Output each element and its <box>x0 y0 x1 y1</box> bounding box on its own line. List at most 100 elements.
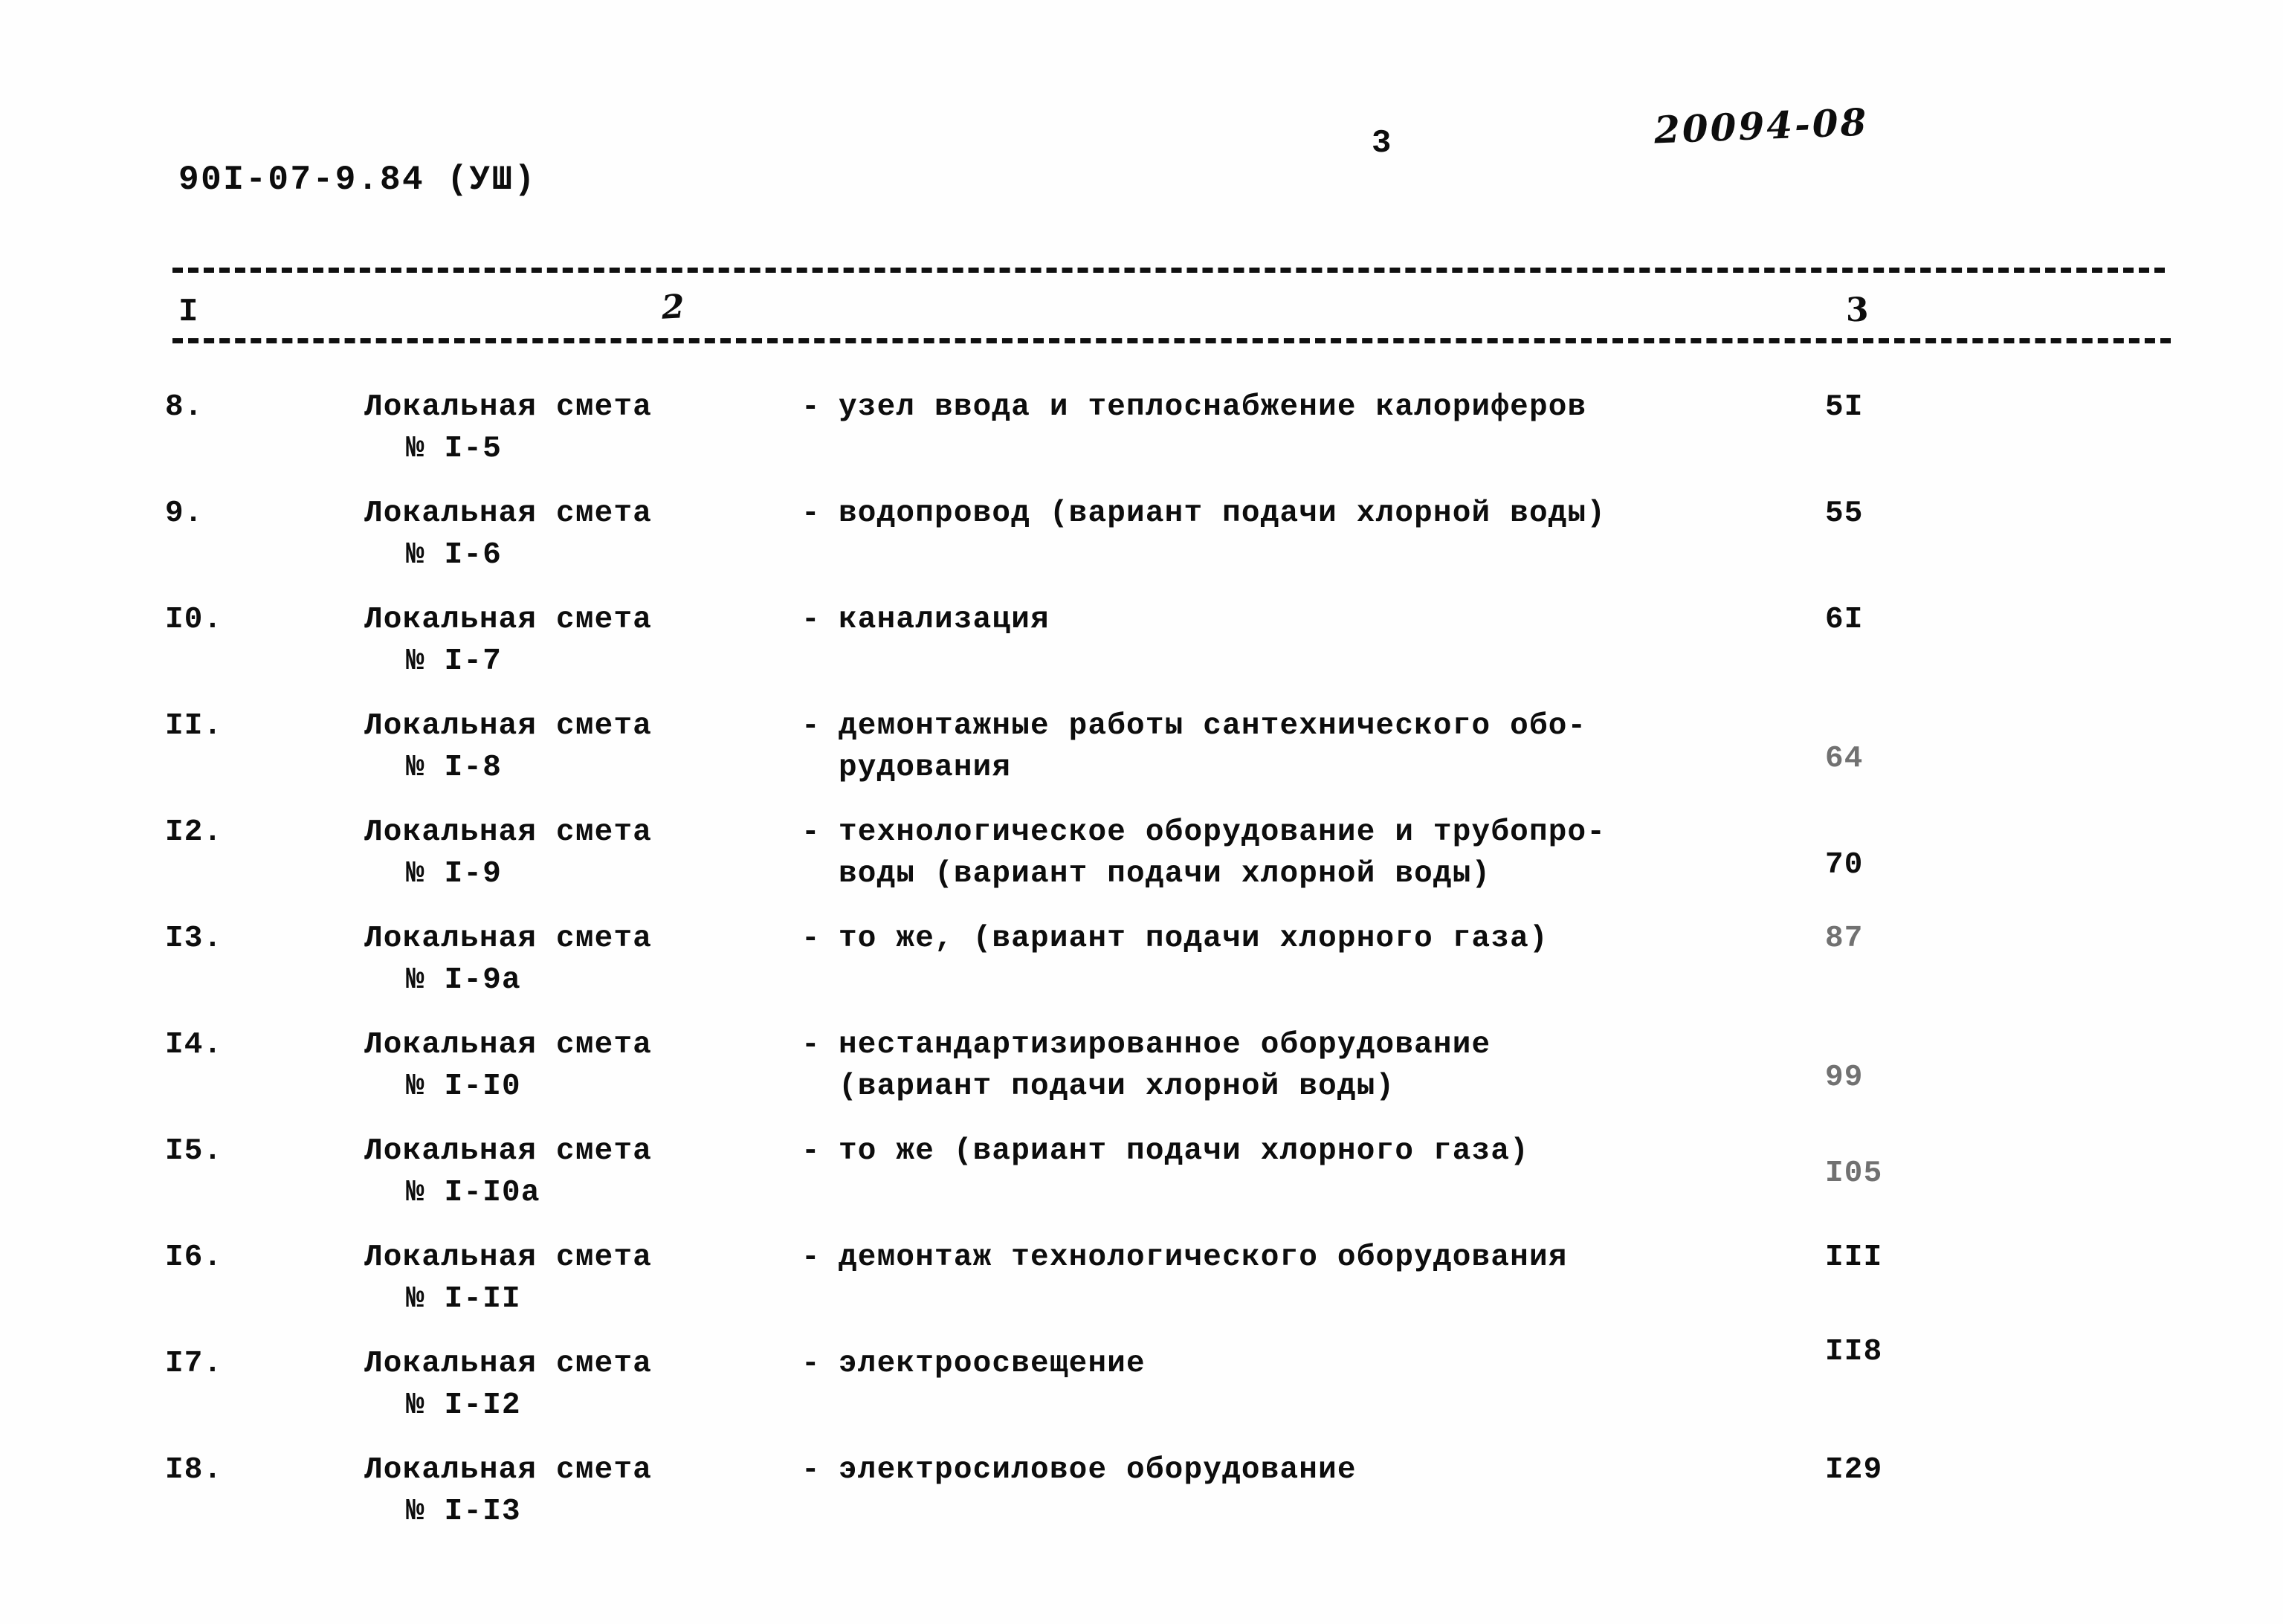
page-number: 3 <box>1372 125 1392 162</box>
estimate-number: № I-II <box>406 1282 521 1316</box>
estimate-number: № I-8 <box>406 751 503 785</box>
page-reference: I05 <box>1825 1156 1883 1191</box>
table-row: I5. Локальная смета № I-I0а - то же (вариант… <box>0 1130 2283 1237</box>
estimate-number: № I-6 <box>406 538 503 572</box>
dash-separator: - <box>801 709 821 743</box>
estimate-kind-label: Локальная смета <box>364 1028 653 1062</box>
estimate-kind: Локальная смета № I-II <box>364 1237 781 1320</box>
page-reference: 64 <box>1825 742 1864 776</box>
row-index: I2. <box>165 815 223 850</box>
estimate-number: № I-I2 <box>406 1388 521 1423</box>
estimate-description: канализация <box>839 599 1805 641</box>
dash-separator: - <box>801 1134 821 1168</box>
column-header-3: 3 <box>1846 291 1869 329</box>
dash-separator: - <box>801 1453 821 1487</box>
estimate-description: демонтаж технологического оборудования <box>839 1237 1805 1278</box>
row-index: I7. <box>165 1347 223 1381</box>
description-line-1: то же (вариант подачи хлорного газа) <box>839 1134 1529 1168</box>
dash-separator: - <box>801 815 821 850</box>
estimate-kind: Локальная смета № I-I0 <box>364 1024 781 1107</box>
estimate-kind-label: Локальная смета <box>364 815 653 850</box>
page-reference: 70 <box>1825 848 1864 882</box>
estimate-number: № I-7 <box>406 644 503 679</box>
estimate-kind: Локальная смета № I-8 <box>364 705 781 789</box>
description-line-1: технологическое оборудование и трубопро- <box>839 815 1607 850</box>
table-rule-bottom <box>172 338 2171 343</box>
description-line-1: нестандартизированное оборудование <box>839 1028 1491 1062</box>
column-header-1: I <box>178 294 198 331</box>
row-index: 9. <box>165 496 204 531</box>
estimate-kind: Локальная смета № I-5 <box>364 386 781 470</box>
description-line-2: рудования <box>839 751 1012 785</box>
estimate-kind: Локальная смета № I-I0а <box>364 1130 781 1214</box>
description-line-1: водопровод (вариант подачи хлорной воды) <box>839 496 1607 531</box>
dash-separator: - <box>801 1347 821 1381</box>
row-index: I5. <box>165 1134 223 1168</box>
table-row: 9. Локальная смета № I-6 - водопровод (вариа… <box>0 493 2283 599</box>
row-index: I6. <box>165 1240 223 1275</box>
table-row: I2. Локальная смета № I-9 - технологическое … <box>0 812 2283 918</box>
table-row: 8. Локальная смета № I-5 - узел ввода и тепл… <box>0 386 2283 493</box>
estimate-kind: Локальная смета № I-I3 <box>364 1449 781 1533</box>
table-row: I4. Локальная смета № I-I0 - нестандартизиро… <box>0 1024 2283 1130</box>
document-code: 90I-07-9.84 (УШ) <box>178 161 537 199</box>
estimate-description: электроосвещение <box>839 1343 1805 1385</box>
estimate-kind-label: Локальная смета <box>364 496 653 531</box>
description-line-2: (вариант подачи хлорной воды) <box>839 1070 1395 1104</box>
table-row: II. Локальная смета № I-8 - демонтажные рабо… <box>0 705 2283 812</box>
estimate-description: узел ввода и теплоснабжение калориферов <box>839 386 1805 428</box>
row-index: II. <box>165 709 223 743</box>
estimate-kind: Локальная смета № I-I2 <box>364 1343 781 1426</box>
row-index: I0. <box>165 603 223 637</box>
estimate-description: то же (вариант подачи хлорного газа) <box>839 1130 1805 1172</box>
row-index: I4. <box>165 1028 223 1062</box>
estimate-kind-label: Локальная смета <box>364 1347 653 1381</box>
estimate-kind: Локальная смета № I-9 <box>364 812 781 895</box>
estimate-kind-label: Локальная смета <box>364 1453 653 1487</box>
row-index: I3. <box>165 922 223 956</box>
estimate-kind-label: Локальная смета <box>364 709 653 743</box>
estimate-number: № I-I0 <box>406 1070 521 1104</box>
page-reference: 6I <box>1825 603 1864 637</box>
dash-separator: - <box>801 922 821 956</box>
description-line-2: воды (вариант подачи хлорной воды) <box>839 857 1491 891</box>
estimate-description: то же, (вариант подачи хлорного газа) <box>839 918 1805 960</box>
estimate-kind-label: Локальная смета <box>364 1240 653 1275</box>
estimate-kind-label: Локальная смета <box>364 390 653 424</box>
table-rule-top <box>172 268 2165 273</box>
estimate-description: водопровод (вариант подачи хлорной воды) <box>839 493 1805 534</box>
page-reference: I29 <box>1825 1453 1883 1487</box>
table-row: I8. Локальная смета № I-I3 - электросиловое … <box>0 1449 2283 1556</box>
estimate-kind-label: Локальная смета <box>364 1134 653 1168</box>
dash-separator: - <box>801 390 821 424</box>
scanned-document-page: 90I-07-9.84 (УШ) 3 20094-08 I 2 3 8. Лока… <box>0 0 2283 1624</box>
estimate-kind: Локальная смета № I-6 <box>364 493 781 576</box>
description-line-1: то же, (вариант подачи хлорного газа) <box>839 922 1549 956</box>
row-index: I8. <box>165 1453 223 1487</box>
estimate-description: демонтажные работы сантехнического обо-р… <box>839 705 1805 789</box>
estimate-number: № I-9 <box>406 857 503 891</box>
handwritten-archive-mark: 20094-08 <box>1653 100 1870 152</box>
estimate-description: технологическое оборудование и трубопро-… <box>839 812 1805 895</box>
estimate-number: № I-I3 <box>406 1495 521 1529</box>
table-row: I3. Локальная смета № I-9а - то же, (вариант… <box>0 918 2283 1024</box>
table-row: I7. Локальная смета № I-I2 - электроосвещени… <box>0 1335 2283 1449</box>
table-row: I0. Локальная смета № I-7 - канализация 6I <box>0 599 2283 705</box>
estimate-kind-label: Локальная смета <box>364 603 653 637</box>
estimate-description: нестандартизированное оборудование (вариа… <box>839 1024 1805 1107</box>
description-line-1: электроосвещение <box>839 1347 1146 1381</box>
table-row: I6. Локальная смета № I-II - демонтаж технол… <box>0 1237 2283 1343</box>
page-reference: 55 <box>1825 496 1864 531</box>
description-line-1: узел ввода и теплоснабжение калориферов <box>839 390 1587 424</box>
page-reference: 99 <box>1825 1061 1864 1095</box>
estimate-number: № I-I0а <box>406 1176 540 1210</box>
page-reference: 87 <box>1825 922 1864 956</box>
column-header-2: 2 <box>660 288 685 327</box>
description-line-1: электросиловое оборудование <box>839 1453 1357 1487</box>
estimate-kind: Локальная смета № I-9а <box>364 918 781 1001</box>
dash-separator: - <box>801 1028 821 1062</box>
estimate-number: № I-9а <box>406 963 521 997</box>
page-reference: III <box>1825 1240 1883 1275</box>
estimate-kind-label: Локальная смета <box>364 922 653 956</box>
page-reference: II8 <box>1825 1335 1883 1369</box>
